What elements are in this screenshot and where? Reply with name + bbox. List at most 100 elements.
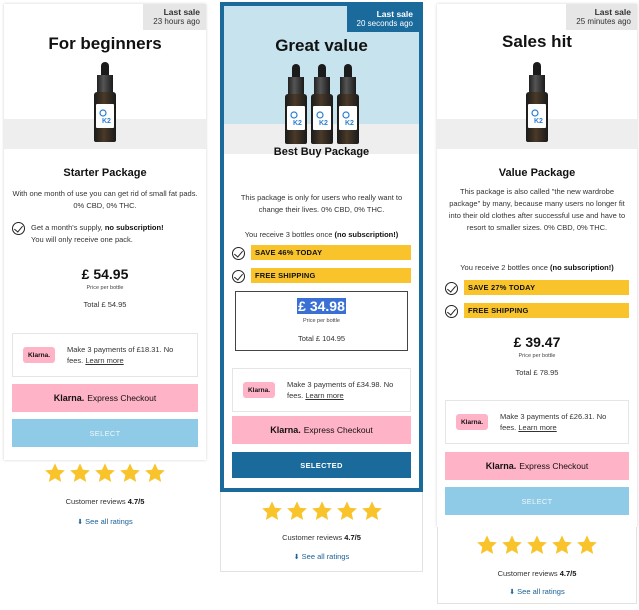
- klarna-installments: Klarna. Make 3 payments of £34.98. No fe…: [232, 368, 411, 412]
- learn-more-link[interactable]: Learn more: [518, 423, 556, 432]
- klarna-express-checkout-button[interactable]: Klarna. Express Checkout: [232, 416, 411, 444]
- klarna-express-checkout-button[interactable]: Klarna. Express Checkout: [12, 384, 198, 412]
- total-price: Total £ 54.95: [83, 300, 127, 309]
- checkmark-icon: [12, 222, 25, 235]
- card-headline: For beginners: [48, 34, 162, 53]
- package-title: Starter Package: [63, 167, 147, 179]
- svg-text:K2: K2: [102, 118, 111, 125]
- star-icon: [311, 501, 332, 520]
- star-icon: [95, 463, 115, 482]
- price-per-bottle: £ 34.98: [297, 298, 346, 314]
- star-icon: [527, 535, 547, 554]
- price-per-bottle: £ 54.95: [81, 266, 129, 282]
- klarna-installments: Klarna. Make 3 payments of £26.31. No fe…: [445, 400, 629, 444]
- svg-text:K2: K2: [534, 118, 543, 125]
- select-button[interactable]: SELECT: [12, 419, 198, 447]
- badge-title: Last sale: [594, 7, 631, 17]
- promo-row-shipping: FREE SHIPPING: [232, 268, 411, 283]
- card-hero: Last sale 25 minutes ago Sales hit K2: [437, 4, 637, 149]
- checkmark-icon: [445, 282, 458, 295]
- offer-card-sales-hit[interactable]: Last sale 25 minutes ago Sales hit K2 Va…: [437, 4, 637, 527]
- klarna-logo: Klarna.: [23, 347, 55, 363]
- package-title: Best Buy Package: [273, 146, 370, 158]
- bottle-icon: K2: [336, 64, 359, 146]
- svg-text:K2: K2: [319, 120, 328, 127]
- receive-text: You receive 2 bottles once (no subscript…: [460, 263, 614, 272]
- package-description: This package is also called "the new war…: [448, 187, 626, 232]
- star-icon: [145, 463, 165, 482]
- arrow-down-icon: ⬇: [293, 554, 300, 561]
- bottle-icon: K2: [94, 62, 116, 144]
- promo-discount: SAVE 27% TODAY: [464, 280, 629, 295]
- star-icon: [286, 501, 307, 520]
- price-per-bottle-label: Price per bottle: [518, 353, 556, 359]
- star-icon: [502, 535, 522, 554]
- price-per-bottle-label: Price per bottle: [86, 285, 124, 291]
- last-sale-badge: Last sale 25 minutes ago: [566, 4, 637, 30]
- klarna-installments: Klarna. Make 3 payments of £18.31. No fe…: [12, 333, 198, 377]
- bottle-icon: K2: [284, 64, 307, 146]
- star-icon: [70, 463, 90, 482]
- price-box: £ 34.98 Price per bottle Total £ 104.95: [235, 291, 408, 351]
- star-icon: [577, 535, 597, 554]
- customer-reviews: Customer reviews 4.7/5: [65, 497, 145, 506]
- rating-stars: [437, 534, 637, 556]
- svg-text:K2: K2: [345, 120, 354, 127]
- bottle-icon: K2: [310, 64, 333, 146]
- klarna-express-checkout-button[interactable]: Klarna. Express Checkout: [445, 452, 629, 480]
- arrow-down-icon: ⬇: [509, 589, 516, 596]
- offer-column-sales-hit: Last sale 25 minutes ago Sales hit K2 Va…: [437, 4, 637, 604]
- klarna-text: Make 3 payments of £26.31. No fees. Lear…: [500, 412, 607, 432]
- klarna-logo: Klarna.: [243, 382, 275, 398]
- star-icon: [336, 501, 357, 520]
- promo-discount: SAVE 46% TODAY: [251, 245, 411, 260]
- offer-card-beginners[interactable]: Last sale 23 hours ago For beginners K2 …: [4, 4, 206, 460]
- promo-row-discount: SAVE 27% TODAY: [445, 280, 629, 295]
- learn-more-link[interactable]: Learn more: [85, 356, 123, 365]
- svg-text:K2: K2: [293, 120, 302, 127]
- package-description: With one month of use you can get rid of…: [12, 189, 198, 210]
- promo-row-shipping: FREE SHIPPING: [445, 303, 629, 318]
- see-all-ratings-link[interactable]: ⬇ See all ratings: [437, 587, 637, 596]
- promo-row-discount: SAVE 46% TODAY: [232, 245, 411, 260]
- star-icon: [361, 501, 382, 520]
- star-icon: [45, 463, 65, 482]
- see-all-ratings-link[interactable]: ⬇ See all ratings: [4, 517, 206, 526]
- receive-text: You receive 3 bottles once (no subscript…: [244, 230, 399, 239]
- badge-time: 23 hours ago: [153, 17, 200, 26]
- product-image: K2: [437, 62, 637, 144]
- promo-free-shipping: FREE SHIPPING: [464, 303, 629, 318]
- selected-button[interactable]: SELECTED: [232, 452, 411, 478]
- last-sale-badge: Last sale 23 hours ago: [143, 4, 206, 30]
- offer-column-beginners: Last sale 23 hours ago For beginners K2 …: [4, 4, 206, 539]
- customer-reviews: Customer reviews 4.7/5: [497, 569, 577, 578]
- offer-card-great-value[interactable]: Last sale 20 seconds ago Great value K2 …: [220, 2, 423, 492]
- price-per-bottle-label: Price per bottle: [303, 318, 340, 324]
- badge-time: 20 seconds ago: [356, 19, 414, 28]
- total-price: Total £ 78.95: [515, 368, 559, 377]
- star-icon: [477, 535, 497, 554]
- card-hero: Last sale 23 hours ago For beginners K2: [4, 4, 206, 149]
- star-icon: [120, 463, 140, 482]
- see-all-ratings-link[interactable]: ⬇ See all ratings: [220, 552, 423, 561]
- product-image: K2 K2 K2: [224, 64, 419, 146]
- feature-row: Get a month's supply, no subscription! Y…: [12, 222, 198, 246]
- checkmark-icon: [232, 270, 245, 283]
- klarna-logo: Klarna.: [456, 414, 488, 430]
- last-sale-badge: Last sale 20 seconds ago: [346, 6, 419, 32]
- package-title: Value Package: [498, 167, 576, 179]
- feature-text: Get a month's supply, no subscription! Y…: [31, 223, 164, 244]
- badge-time: 25 minutes ago: [576, 17, 631, 26]
- customer-reviews: Customer reviews 4.7/5: [282, 533, 361, 542]
- learn-more-link[interactable]: Learn more: [305, 391, 343, 400]
- bottle-icon: K2: [526, 62, 548, 144]
- arrow-down-icon: ⬇: [77, 519, 84, 526]
- total-price: Total £ 104.95: [297, 334, 346, 343]
- card-headline: Great value: [275, 36, 368, 55]
- checkmark-icon: [232, 247, 245, 260]
- select-button[interactable]: SELECT: [445, 487, 629, 515]
- checkmark-icon: [445, 305, 458, 318]
- card-hero: Last sale 20 seconds ago Great value K2 …: [224, 6, 419, 154]
- klarna-text: Make 3 payments of £18.31. No fees. Lear…: [67, 345, 174, 365]
- rating-stars: [220, 500, 423, 522]
